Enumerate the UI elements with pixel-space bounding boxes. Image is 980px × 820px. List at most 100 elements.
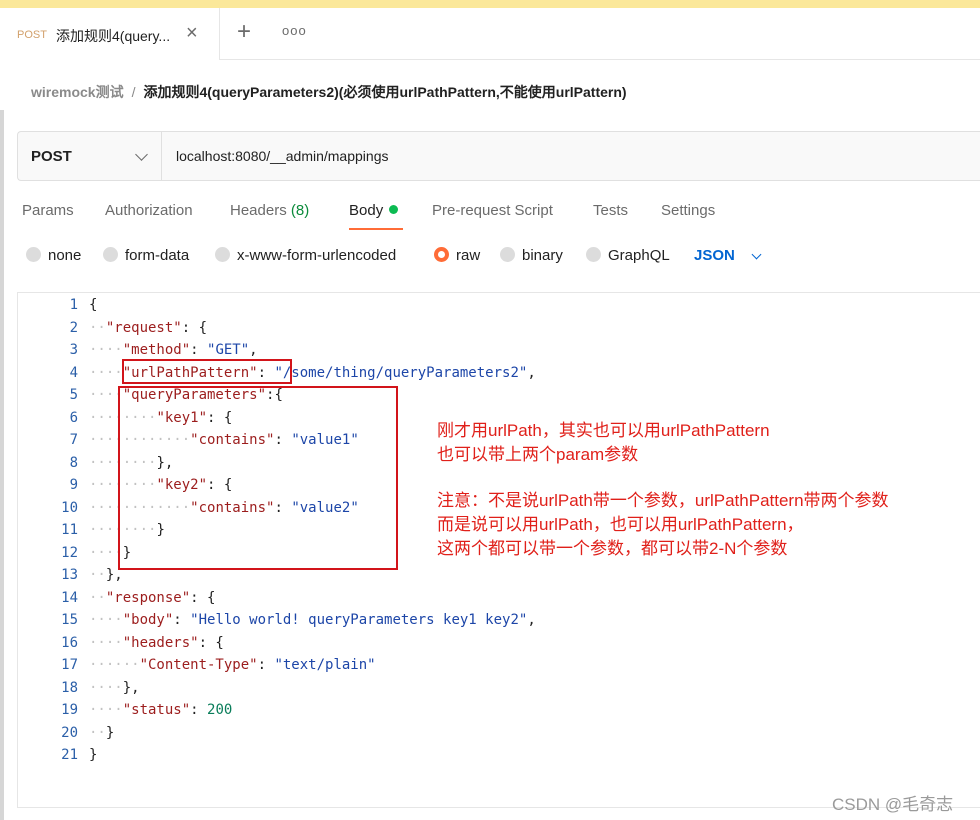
annotation-note-1: 刚才用urlPath，其实也可以用urlPathPattern: [437, 421, 770, 440]
top-stripe: [0, 0, 980, 8]
json-punctuation: ,: [527, 364, 536, 381]
line-number: 11: [61, 522, 78, 538]
tab-headers[interactable]: Headers (8): [230, 202, 309, 219]
highlight-box-urlpathpattern: [122, 359, 292, 384]
code-line[interactable]: ··"response": {: [89, 590, 215, 606]
code-line[interactable]: ····"status": 200: [89, 702, 232, 718]
json-string: "/some/thing/queryParameters2": [274, 364, 528, 381]
line-number-gutter: 1 2 3 4 5 6 7 8 9 10 11 12 13 14 15 16 17 18 19 20 21: [18, 293, 78, 807]
breadcrumb-collection[interactable]: wiremock测试: [31, 84, 124, 100]
code-line[interactable]: ····},: [89, 680, 140, 696]
code-line[interactable]: ····"method": "GET",: [89, 342, 258, 358]
json-punctuation: }: [105, 724, 115, 741]
tab-method-label: POST: [17, 29, 47, 41]
json-punctuation: },: [122, 679, 140, 696]
annotation-note-3: 注意：不是说urlPath带一个参数，urlPathPattern带两个参数: [437, 491, 889, 510]
radio-x-www-form-urlencoded[interactable]: x-www-form-urlencoded: [215, 247, 396, 264]
line-number: 10: [61, 499, 78, 516]
radio-circle: [500, 247, 515, 262]
line-number: 18: [61, 679, 78, 696]
radio-circle: [103, 247, 118, 262]
radio-label: raw: [456, 247, 481, 264]
radio-circle: [26, 247, 41, 262]
tab-authorization[interactable]: Authorization: [105, 202, 193, 219]
json-punctuation: :: [173, 612, 191, 628]
close-icon[interactable]: ×: [186, 23, 198, 43]
code-line[interactable]: ······"Content-Type": "text/plain": [89, 657, 376, 673]
breadcrumb: wiremock测试 / 添加规则4(queryParameters2)(必须使用u…: [31, 82, 627, 102]
indent-guide: ····: [89, 702, 123, 718]
code-line[interactable]: ····"headers": {: [89, 635, 224, 651]
tab-headers-label: Headers: [230, 202, 287, 219]
indent-guide: ··: [89, 319, 106, 336]
line-number: 9: [69, 477, 78, 493]
url-input[interactable]: localhost:8080/__admin/mappings: [176, 148, 388, 164]
line-number: 13: [61, 567, 78, 583]
headers-count: (8): [290, 202, 310, 219]
line-number: 14: [61, 589, 78, 606]
json-punctuation: : {: [198, 634, 224, 651]
line-number: 16: [61, 634, 78, 651]
json-key: "method": [122, 342, 191, 358]
radio-none[interactable]: none: [26, 247, 81, 264]
tab-tests[interactable]: Tests: [593, 202, 628, 219]
radio-circle: [586, 247, 601, 262]
radio-label: binary: [522, 247, 563, 264]
indent-guide: ··: [89, 567, 106, 583]
line-number: 19: [61, 702, 78, 718]
request-name[interactable]: 添加规则4(queryParameters2)(必须使用urlPathPatte…: [143, 84, 626, 100]
method-select[interactable]: POST: [18, 132, 162, 180]
line-number: 1: [69, 297, 78, 313]
tab-bar: POST 添加规则4(query... × + ooo: [0, 8, 980, 60]
tab-body-label: Body: [349, 202, 384, 219]
radio-circle-selected: [434, 247, 449, 262]
line-number: 8: [69, 454, 78, 471]
json-key: "Content-Type": [139, 657, 258, 673]
line-number: 4: [69, 364, 78, 381]
line-number: 6: [69, 409, 78, 426]
tab-settings[interactable]: Settings: [661, 202, 715, 219]
code-line[interactable]: ··}: [89, 725, 114, 741]
indent-guide: ····: [89, 342, 123, 358]
json-string: "GET": [207, 342, 250, 358]
code-line[interactable]: ····"body": "Hello world! queryParameter…: [89, 612, 536, 628]
line-number: 5: [69, 387, 78, 403]
tab-params[interactable]: Params: [22, 202, 74, 219]
indent-guide: ··: [89, 589, 106, 606]
chevron-down-icon[interactable]: [751, 249, 762, 260]
radio-label: x-www-form-urlencoded: [237, 247, 397, 264]
radio-graphql[interactable]: GraphQL: [586, 247, 670, 264]
plus-icon[interactable]: +: [237, 20, 251, 44]
radio-raw[interactable]: raw: [434, 247, 480, 264]
json-punctuation: :: [190, 702, 208, 718]
json-key: "headers": [122, 634, 199, 651]
annotation-note-5: 这两个都可以带一个参数，都可以带2-N个参数: [437, 539, 788, 558]
request-url-bar: POST localhost:8080/__admin/mappings: [17, 131, 980, 181]
json-key: "response": [105, 589, 191, 606]
tab-pre-request-script[interactable]: Pre-request Script: [432, 202, 553, 219]
line-number: 21: [61, 747, 78, 763]
indent-guide: ····: [89, 679, 123, 696]
indent-guide: ······: [89, 657, 140, 673]
indent-guide: ····: [89, 364, 123, 381]
highlight-box-queryparameters: [118, 386, 398, 570]
more-options-icon[interactable]: ooo: [282, 23, 307, 38]
code-line[interactable]: ··"request": {: [89, 320, 207, 336]
radio-circle: [215, 247, 230, 262]
radio-form-data[interactable]: form-data: [103, 247, 189, 264]
watermark: CSDN @毛奇志: [832, 795, 954, 814]
request-tab[interactable]: POST 添加规则4(query... ×: [0, 8, 220, 60]
tab-body[interactable]: Body: [349, 202, 399, 219]
method-value: POST: [31, 148, 72, 165]
json-punctuation: ,: [249, 342, 258, 358]
sidebar-edge: [0, 110, 4, 820]
line-number: 20: [61, 724, 78, 741]
code-line[interactable]: }: [89, 747, 97, 763]
active-tab-indicator: [349, 228, 403, 230]
code-line[interactable]: {: [89, 297, 97, 313]
body-format-select[interactable]: JSON: [694, 247, 735, 264]
line-number: 12: [61, 544, 78, 561]
json-key: "body": [122, 612, 174, 628]
body-active-dot: [389, 205, 399, 214]
radio-binary[interactable]: binary: [500, 247, 563, 264]
